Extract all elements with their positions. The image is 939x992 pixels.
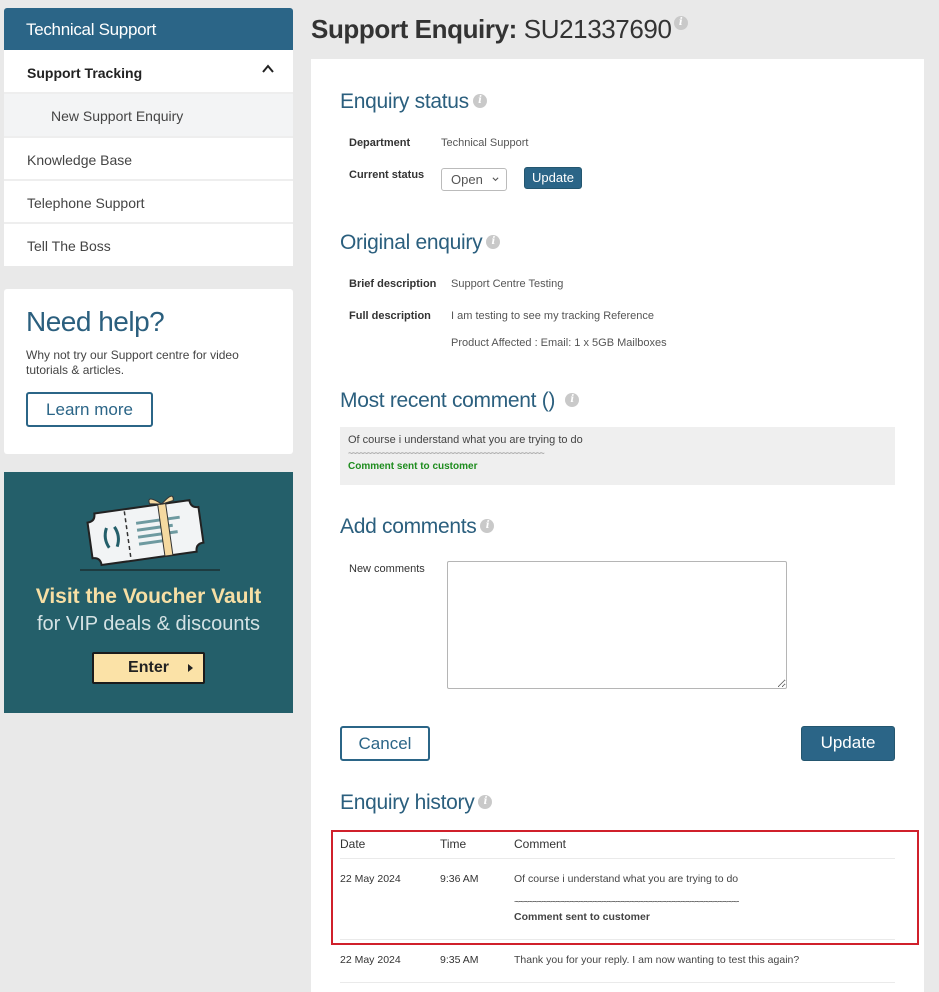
- most-recent-comment-box: Of course i understand what you are tryi…: [340, 427, 895, 485]
- row-comment: Of course i understand what you are tryi…: [514, 873, 739, 885]
- row-time: 9:36 AM: [440, 873, 479, 885]
- row-comment: Thank you for your reply. I am now wanti…: [514, 954, 800, 966]
- row-date: 22 May 2024: [340, 873, 401, 885]
- voucher-vault-promo: Visit the Voucher Vault for VIP deals & …: [4, 472, 293, 713]
- enquiry-status-heading: Enquiry status i: [340, 90, 487, 114]
- sidebar-item-new-support-enquiry[interactable]: New Support Enquiry: [4, 94, 293, 138]
- row-separator: ~~~~~~~~~~~~~~~~~~~~~~~~~~~~~~~~~~~~~~~~…: [514, 898, 739, 906]
- info-icon[interactable]: i: [480, 519, 495, 533]
- gift-voucher-icon: [80, 495, 220, 571]
- cancel-button[interactable]: Cancel: [340, 726, 430, 761]
- enquiry-reference: SU21337690: [523, 14, 672, 44]
- page-title: Support Enquiry: SU21337690 i: [311, 14, 688, 45]
- info-icon[interactable]: i: [673, 16, 688, 30]
- promo-subtitle: for VIP deals & discounts: [36, 613, 261, 635]
- brief-description-value: Support Centre Testing: [451, 278, 564, 290]
- sidebar-item-support-tracking[interactable]: Support Tracking: [4, 50, 293, 94]
- heading-text: Most recent comment (): [340, 389, 556, 412]
- status-update-button[interactable]: Update: [524, 167, 582, 189]
- table-divider: [340, 939, 895, 940]
- enter-button-label: Enter: [128, 659, 169, 676]
- heading-text: Original enquiry: [340, 231, 483, 254]
- new-comments-label: New comments: [349, 563, 425, 575]
- enquiry-panel: Enquiry status i Department Technical Sup…: [311, 59, 924, 992]
- enquiry-history-heading: Enquiry history i: [340, 791, 493, 815]
- row-status: Comment sent to customer: [514, 911, 650, 923]
- status-select-value: Open: [451, 172, 483, 187]
- new-comments-input[interactable]: [447, 561, 787, 689]
- column-header-comment: Comment: [514, 837, 567, 851]
- page-title-prefix: Support Enquiry:: [311, 14, 517, 44]
- row-date: 22 May 2024: [340, 954, 401, 966]
- highlight-box: [331, 830, 919, 945]
- sidebar-item-knowledge-base[interactable]: Knowledge Base: [4, 138, 293, 181]
- enter-button[interactable]: Enter: [92, 652, 205, 684]
- update-button[interactable]: Update: [801, 726, 895, 761]
- help-title: Need help?: [26, 306, 165, 337]
- info-icon[interactable]: i: [486, 235, 501, 249]
- recent-comment-text: Of course i understand what you are tryi…: [348, 434, 583, 446]
- row-time: 9:35 AM: [440, 954, 479, 966]
- heading-text: Enquiry history: [340, 791, 475, 814]
- add-comments-heading: Add comments i: [340, 515, 495, 539]
- table-divider: [340, 982, 895, 983]
- column-header-date: Date: [340, 837, 366, 851]
- sidebar-header[interactable]: Technical Support: [4, 8, 293, 50]
- sidebar-item-tell-the-boss[interactable]: Tell The Boss: [4, 224, 293, 266]
- sidebar-nav: Technical Support Support Tracking New S…: [4, 8, 293, 266]
- most-recent-comment-heading: Most recent comment () i: [340, 389, 580, 413]
- sidebar-item-telephone-support[interactable]: Telephone Support: [4, 181, 293, 224]
- info-icon[interactable]: i: [472, 94, 487, 108]
- info-icon[interactable]: i: [565, 393, 580, 407]
- table-divider: [340, 858, 895, 859]
- full-description-line2: Product Affected : Email: 1 x 5GB Mailbo…: [451, 337, 667, 349]
- comment-separator: ~~~~~~~~~~~~~~~~~~~~~~~~~~~~~~~~~~~~~~~~…: [348, 449, 545, 457]
- comment-status: Comment sent to customer: [348, 461, 478, 472]
- caret-right-icon: [188, 664, 193, 672]
- full-description-line1: I am testing to see my tracking Referenc…: [451, 310, 654, 322]
- heading-text: Add comments: [340, 515, 477, 538]
- department-label: Department: [349, 137, 411, 149]
- full-description-label: Full description: [349, 310, 431, 322]
- chevron-down-icon: [492, 177, 499, 182]
- department-value: Technical Support: [441, 137, 529, 149]
- sidebar-item-label: Support Tracking: [27, 65, 143, 81]
- column-header-time: Time: [440, 837, 467, 851]
- help-card: Need help? Why not try our Support centr…: [4, 289, 293, 454]
- promo-title: Visit the Voucher Vault: [35, 585, 262, 608]
- chevron-up-icon[interactable]: [261, 62, 275, 76]
- help-text: Why not try our Support centre for video…: [26, 348, 239, 377]
- original-enquiry-heading: Original enquiry i: [340, 231, 501, 255]
- info-icon[interactable]: i: [478, 795, 493, 809]
- learn-more-button[interactable]: Learn more: [26, 392, 153, 427]
- brief-description-label: Brief description: [349, 278, 437, 290]
- heading-text: Enquiry status: [340, 90, 469, 113]
- current-status-label: Current status: [349, 169, 425, 181]
- status-select[interactable]: Open: [441, 168, 507, 191]
